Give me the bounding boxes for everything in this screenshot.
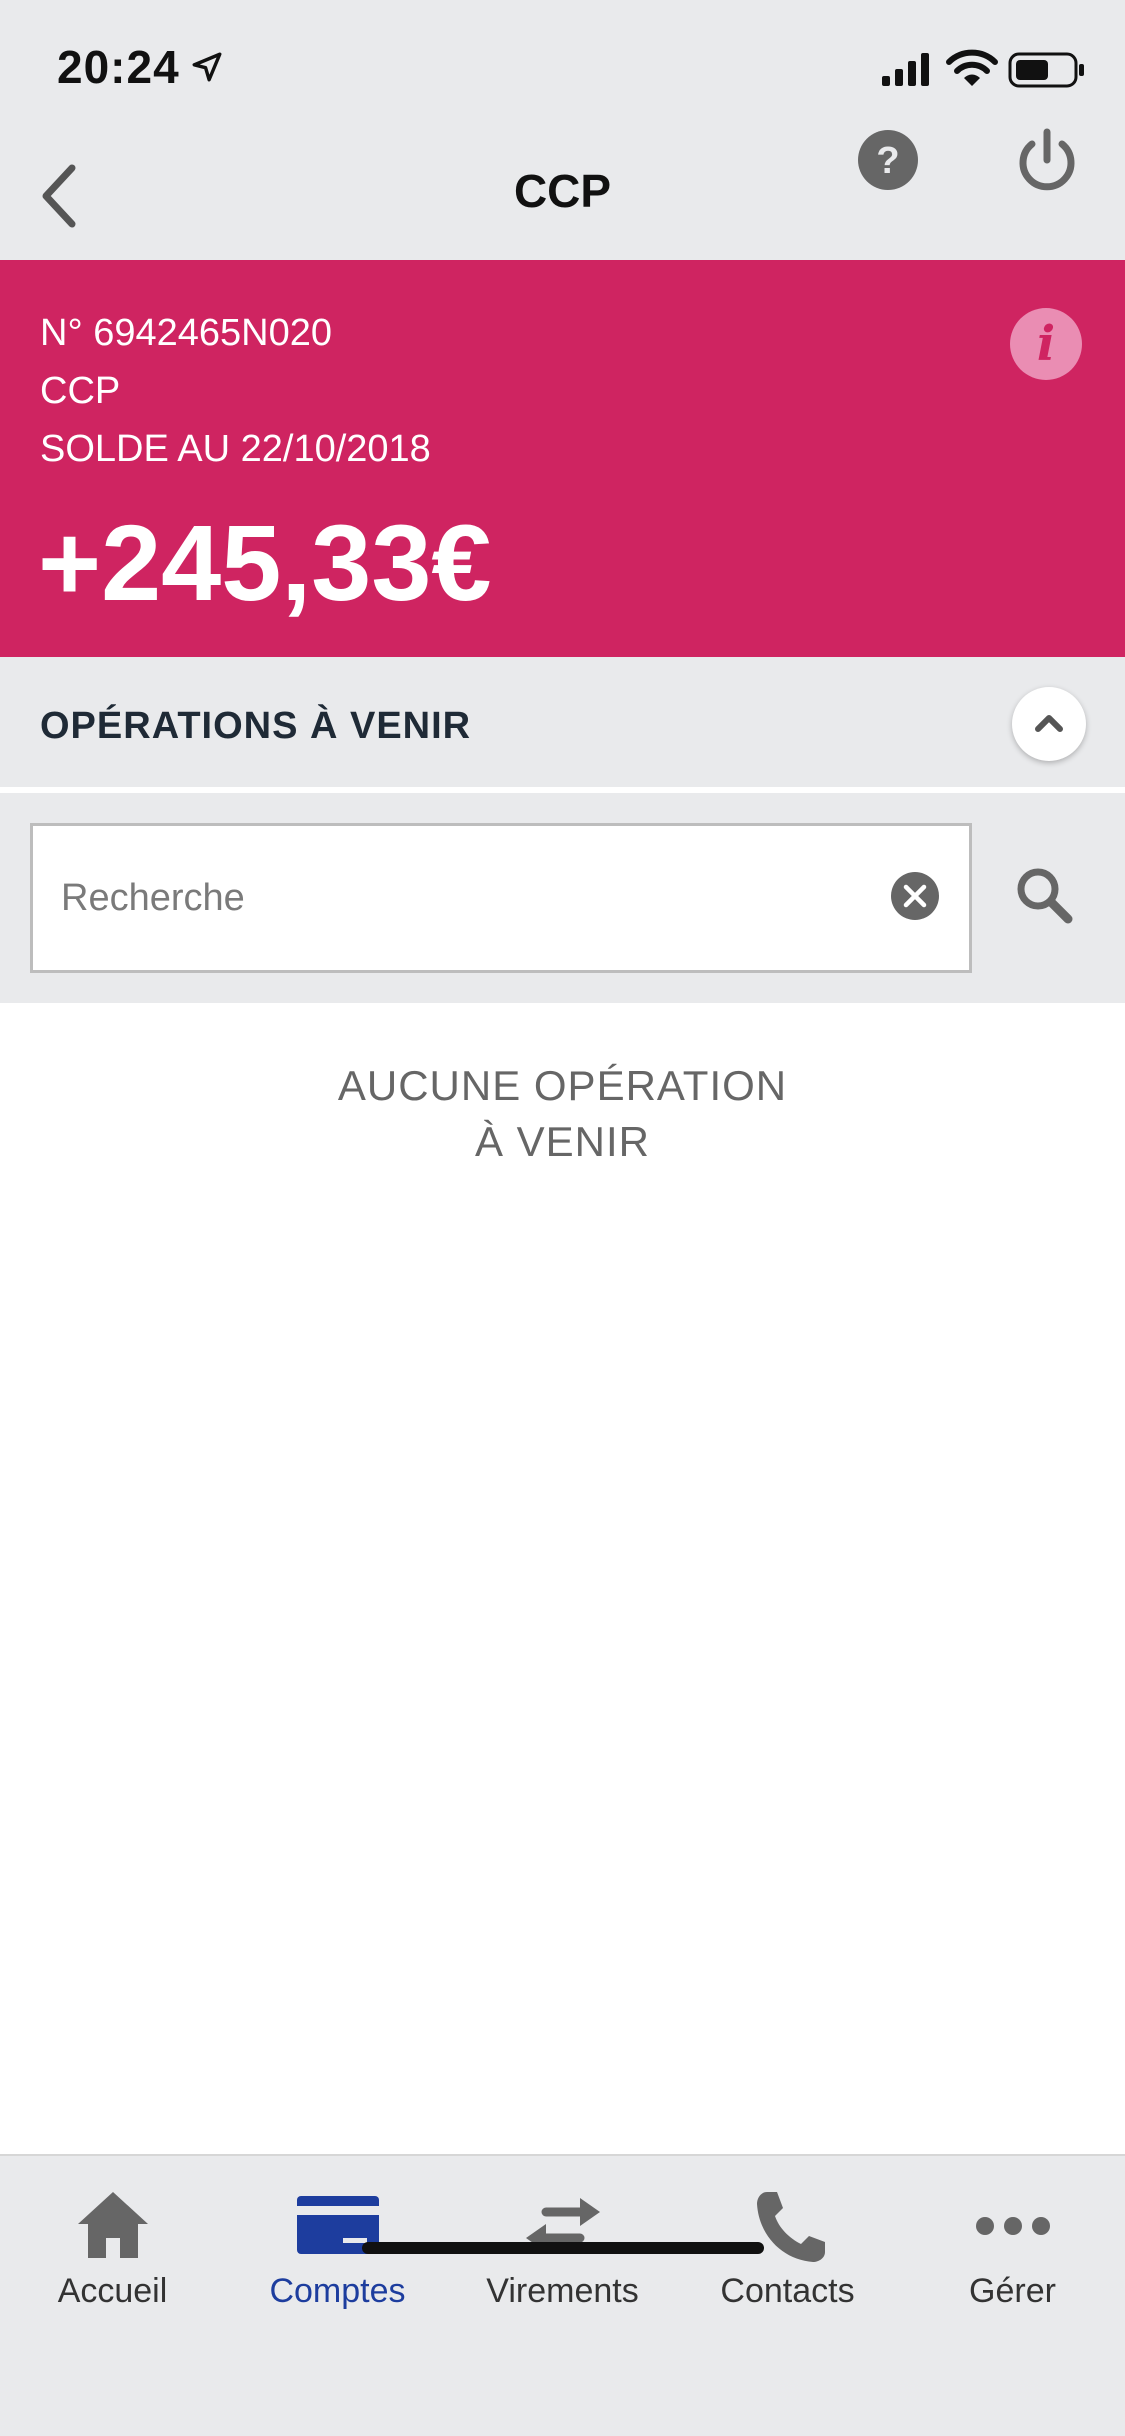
empty-line-1: AUCUNE OPÉRATION: [337, 1062, 788, 1109]
collapse-button[interactable]: [1012, 687, 1086, 761]
status-time: 20:24: [57, 41, 180, 93]
tab-gerer[interactable]: Gérer: [900, 2156, 1125, 2336]
more-icon: [975, 2217, 1050, 2235]
tab-bar: Accueil Comptes Virements Contacts Gérer: [0, 2154, 1125, 2436]
tab-label: Virements: [486, 2272, 639, 2310]
search-input[interactable]: [61, 826, 881, 970]
tab-label: Accueil: [57, 2272, 168, 2310]
tab-label: Gérer: [969, 2272, 1056, 2310]
search-icon[interactable]: [1012, 863, 1076, 927]
home-indicator: [362, 2242, 764, 2254]
transfer-icon: [525, 2198, 600, 2252]
info-icon[interactable]: i: [1010, 308, 1082, 380]
search-box: [30, 823, 972, 973]
clear-icon[interactable]: [889, 870, 941, 922]
page-title: CCP: [513, 165, 612, 217]
card-icon: [296, 2196, 379, 2254]
svg-text:?: ?: [876, 140, 899, 182]
account-balance: +245,33€: [38, 502, 492, 623]
account-type: CCP: [40, 370, 121, 412]
phone-icon: [756, 2192, 825, 2262]
location-arrow-icon: [192, 52, 222, 82]
battery-icon: [1008, 52, 1084, 88]
tab-label: Contacts: [720, 2272, 855, 2310]
status-bar: 20:24: [0, 0, 1125, 132]
wifi-icon: [946, 49, 998, 86]
upcoming-operations-header[interactable]: OPÉRATIONS À VENIR: [0, 657, 1125, 790]
account-number: N° 6942465N020: [40, 312, 332, 354]
search-area: [0, 793, 1125, 1003]
chevron-up-icon: [1035, 715, 1063, 732]
signal-icon: [882, 53, 929, 86]
help-icon[interactable]: ?: [856, 128, 920, 192]
tab-accueil[interactable]: Accueil: [0, 2156, 225, 2336]
tab-label: Comptes: [269, 2272, 406, 2310]
section-title: OPÉRATIONS À VENIR: [40, 705, 472, 747]
empty-state-message: AUCUNE OPÉRATION À VENIR: [0, 1058, 1125, 1170]
power-icon[interactable]: [1012, 126, 1082, 196]
nav-bar: CCP: [0, 132, 1125, 260]
account-card: N° 6942465N020 CCP SOLDE AU 22/10/2018 +…: [0, 260, 1125, 657]
empty-line-2: À VENIR: [474, 1118, 651, 1165]
balance-date: SOLDE AU 22/10/2018: [40, 428, 431, 470]
home-icon: [77, 2192, 148, 2258]
